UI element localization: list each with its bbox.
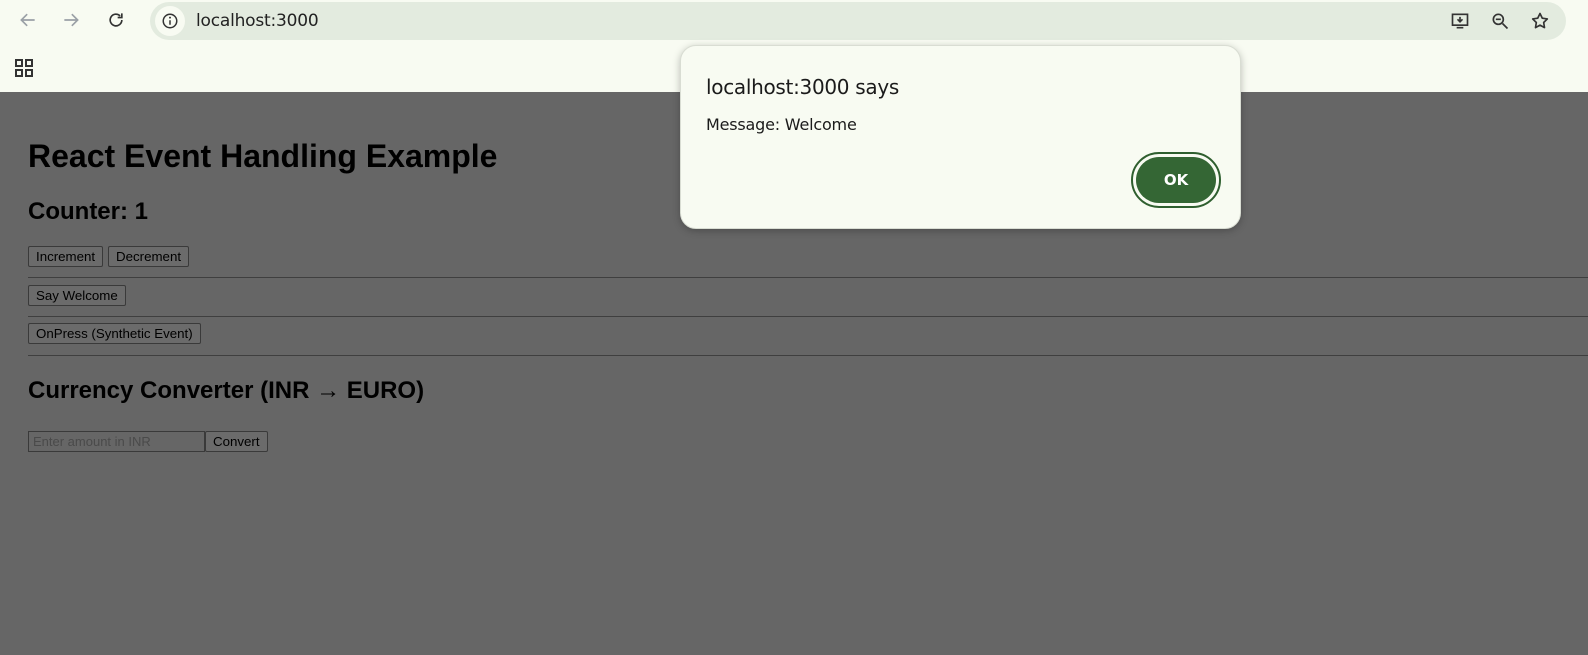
say-welcome-button[interactable]: Say Welcome — [28, 285, 126, 306]
divider — [28, 316, 1588, 317]
browser-toolbar: localhost:3000 — [0, 0, 1588, 46]
site-info-icon[interactable] — [155, 6, 185, 36]
converter-heading: Currency Converter (INR → EURO) — [28, 377, 425, 404]
divider — [28, 355, 1588, 356]
page-title: React Event Handling Example — [28, 138, 498, 174]
divider — [28, 277, 1588, 278]
ok-button[interactable]: OK — [1136, 157, 1216, 203]
dialog-title: localhost:3000 says — [706, 75, 900, 99]
convert-button[interactable]: Convert — [205, 431, 268, 452]
zoom-out-icon[interactable] — [1488, 9, 1512, 33]
back-icon[interactable] — [13, 5, 43, 35]
address-bar[interactable]: localhost:3000 — [150, 2, 1566, 40]
forward-icon[interactable] — [56, 5, 86, 35]
decrement-button[interactable]: Decrement — [108, 246, 190, 267]
alert-dialog: localhost:3000 says Message: Welcome OK — [680, 45, 1241, 229]
dialog-message: Message: Welcome — [706, 115, 857, 134]
onpress-button[interactable]: OnPress (Synthetic Event) — [28, 323, 201, 344]
amount-input[interactable] — [28, 431, 205, 452]
bookmark-star-icon[interactable] — [1528, 9, 1552, 33]
ok-button-focus-ring: OK — [1131, 152, 1221, 208]
counter-label: Counter: 1 — [28, 198, 148, 225]
install-app-icon[interactable] — [1448, 9, 1472, 33]
increment-button[interactable]: Increment — [28, 246, 104, 267]
reload-icon[interactable] — [101, 5, 131, 35]
apps-grid-icon[interactable] — [12, 56, 36, 80]
url-text[interactable]: localhost:3000 — [196, 11, 319, 31]
